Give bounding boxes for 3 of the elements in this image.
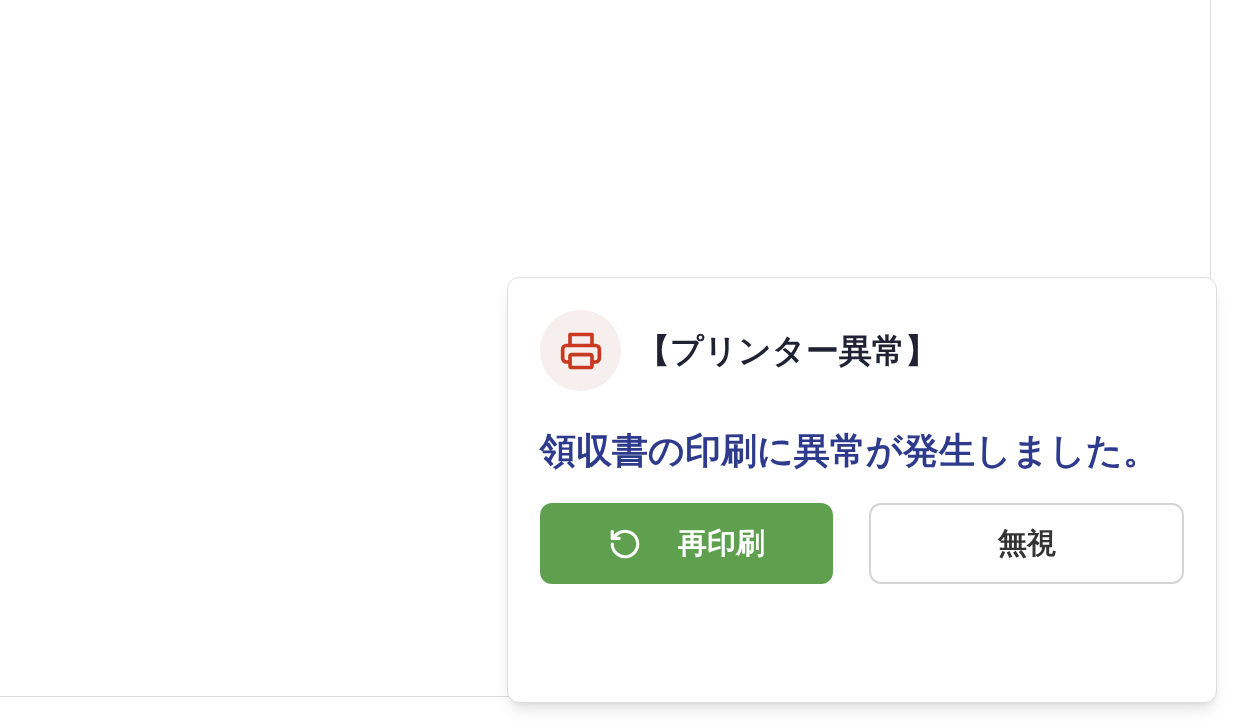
notification-message: 領収書の印刷に異常が発生しました。 (540, 429, 1160, 473)
ignore-button[interactable]: 無視 (869, 503, 1184, 584)
notification-title: 【プリンター異常】 (637, 329, 938, 372)
